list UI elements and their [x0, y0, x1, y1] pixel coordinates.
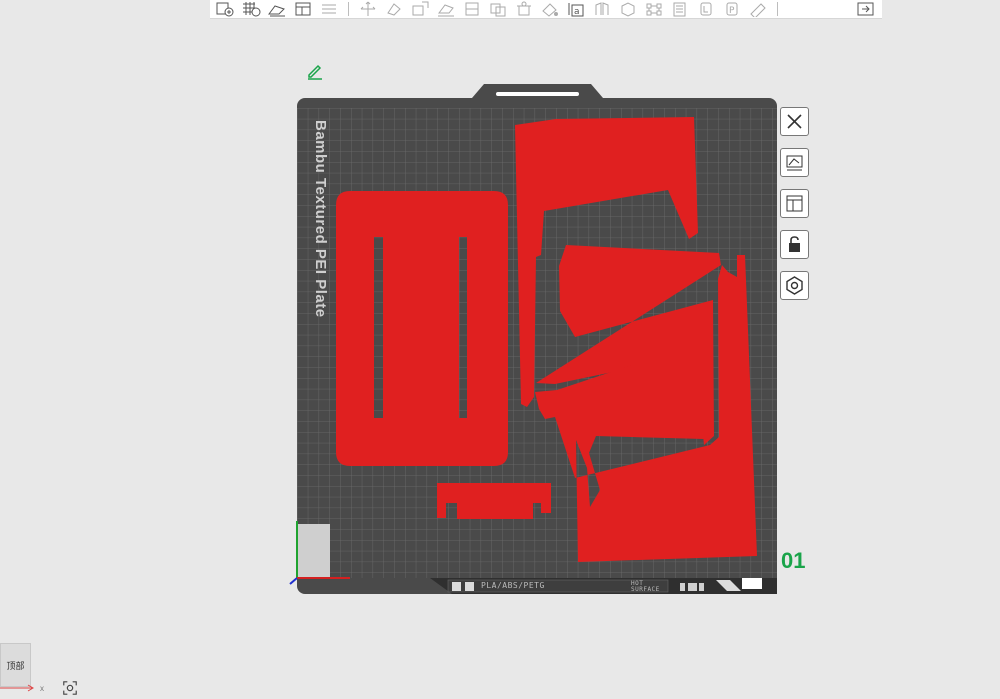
origin-corner	[297, 524, 330, 578]
edit-plate-name-icon[interactable]	[305, 61, 325, 81]
close-plate-button[interactable]	[780, 107, 809, 136]
arrange-plate-button[interactable]	[780, 148, 809, 177]
mini-axis-indicator: x	[0, 684, 44, 693]
plate-settings-icon	[786, 276, 803, 295]
orient-plate-button[interactable]	[780, 189, 809, 218]
strip-material-text: PLA/ABS/PETG	[481, 581, 545, 590]
plate-settings-button[interactable]	[780, 271, 809, 300]
plate-type-label: Bambu Textured PEI Plate	[312, 120, 329, 318]
plate-index-label: 01	[781, 548, 806, 573]
z-axis	[289, 577, 298, 585]
plate-handle-slot	[496, 92, 579, 96]
close-plate-icon	[787, 114, 802, 129]
strip-icon-1	[452, 582, 461, 591]
view-cube-face-label: 顶部	[6, 660, 25, 671]
strip-icon-2	[465, 582, 474, 591]
lock-plate-icon	[789, 236, 800, 252]
arrange-plate-icon	[786, 155, 803, 171]
strip-white-tab	[742, 578, 762, 589]
mini-axis-x-label: x	[40, 684, 44, 693]
strip-surface-text: SURFACE	[631, 586, 660, 593]
red-part-frame[interactable]	[336, 191, 508, 466]
plate-side-tools	[780, 107, 809, 312]
strip-marks	[680, 583, 704, 591]
orient-plate-icon	[786, 195, 803, 212]
fit-view-icon	[63, 681, 77, 695]
build-plate-canvas[interactable]	[0, 0, 1000, 699]
lock-plate-button[interactable]	[780, 230, 809, 259]
fit-view-button[interactable]	[60, 679, 80, 697]
build-plate-view[interactable]: Bambu Textured PEI Plate 01 PLA/ABS/PETG…	[0, 0, 1000, 699]
